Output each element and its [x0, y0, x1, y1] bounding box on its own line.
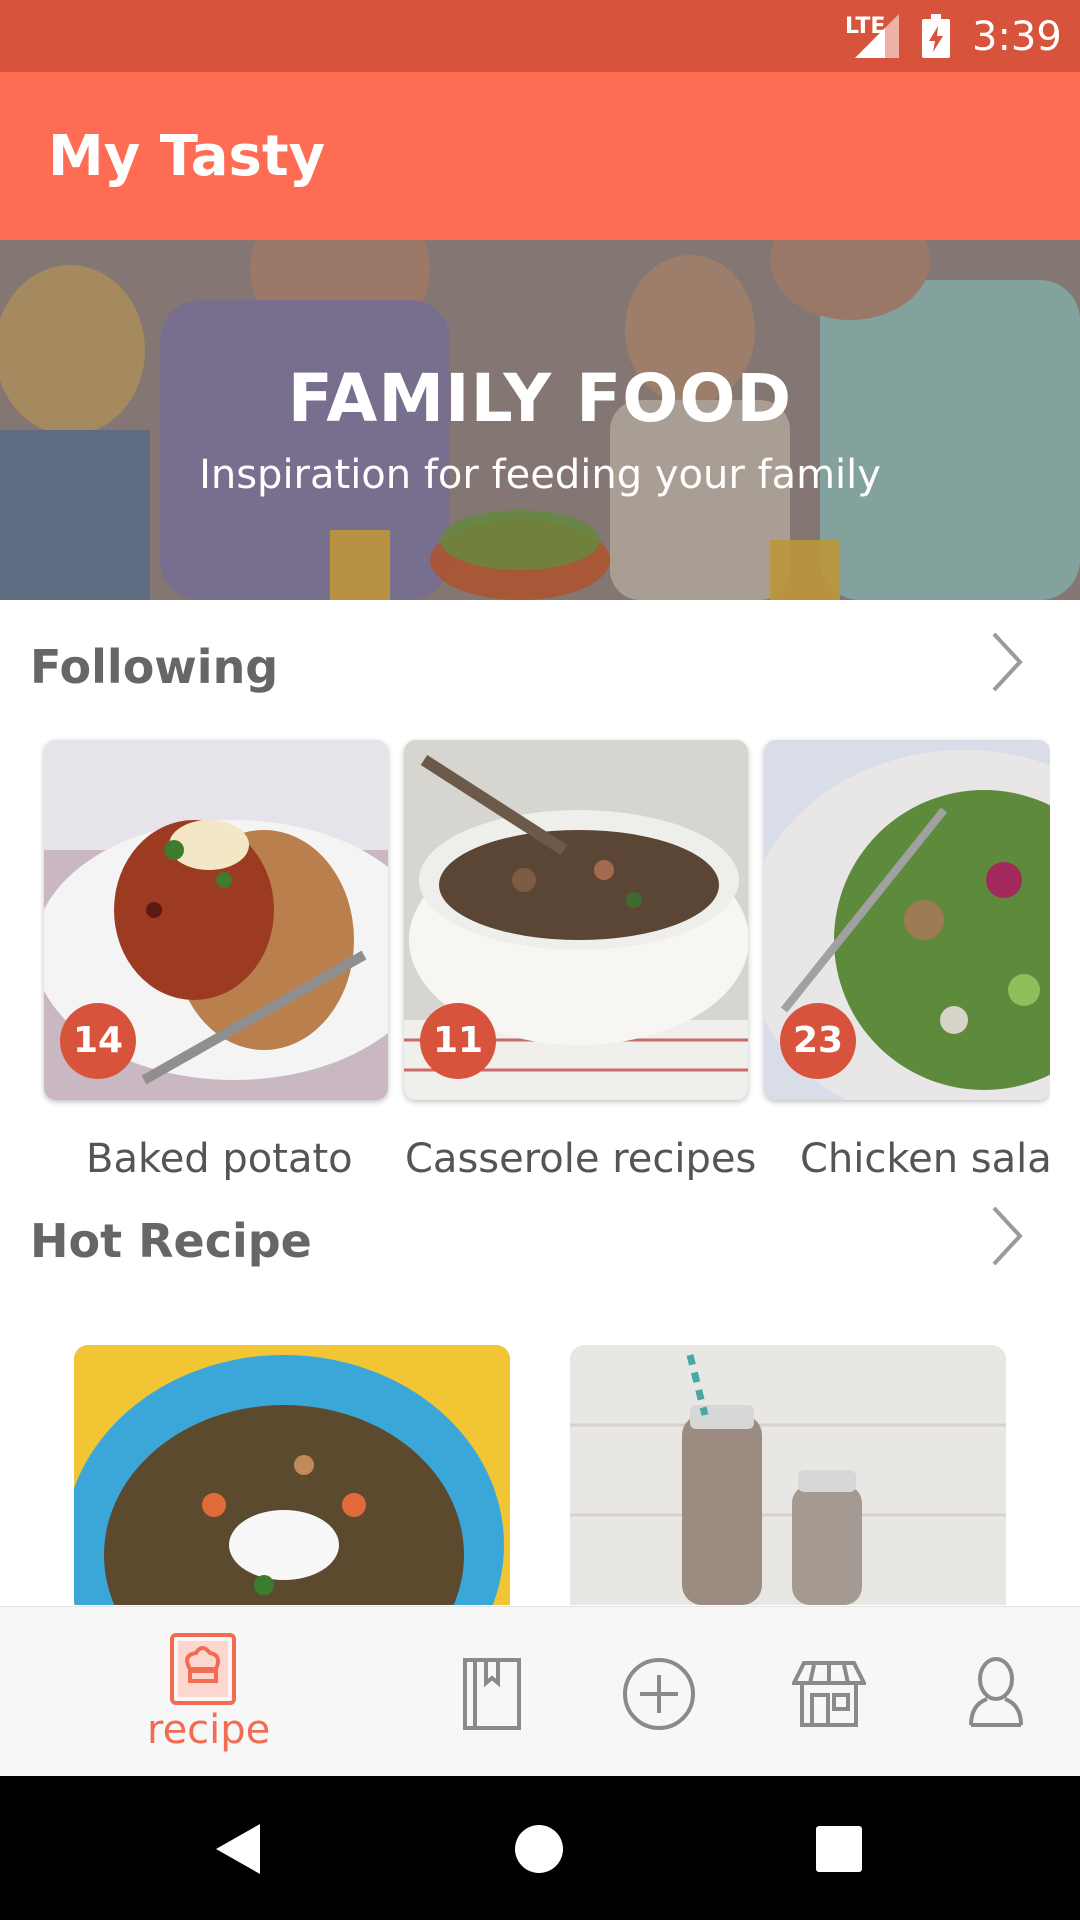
notebook-icon[interactable]: [462, 1657, 522, 1731]
bottom-navigation: recipe: [0, 1606, 1080, 1777]
recipe-icon[interactable]: [170, 1633, 236, 1705]
hot-recipe-more-chevron-icon[interactable]: [990, 1204, 1026, 1268]
hero-banner[interactable]: FAMILY FOOD Inspiration for feeding your…: [0, 240, 1080, 600]
system-navigation-bar: [0, 1776, 1080, 1920]
home-icon[interactable]: [514, 1824, 564, 1874]
card-label[interactable]: Casserole recipes: [405, 1136, 756, 1180]
smoothie-image: [570, 1345, 1006, 1605]
clock: 3:39: [972, 14, 1062, 60]
battery-icon: [922, 14, 950, 58]
card-label[interactable]: Chicken salad: [800, 1136, 1050, 1180]
count-badge: 11: [420, 1003, 496, 1079]
recipe-tab-label[interactable]: recipe: [147, 1707, 270, 1753]
status-bar: LTE 3:39: [0, 0, 1080, 72]
back-icon[interactable]: [216, 1824, 260, 1874]
card-label[interactable]: Baked potato: [86, 1136, 353, 1180]
following-carousel[interactable]: 14 Baked potato 11 Casserole recipes 23 …: [0, 720, 1050, 1180]
hot-recipe-title: Hot Recipe: [30, 1214, 312, 1268]
following-title: Following: [30, 640, 279, 694]
soup-image: [74, 1345, 510, 1605]
hot-recipe-card-smoothie[interactable]: [570, 1345, 1006, 1605]
add-icon[interactable]: [622, 1657, 696, 1731]
app-bar: My Tasty: [0, 72, 1080, 240]
shop-icon[interactable]: [792, 1661, 866, 1727]
count-badge: 23: [780, 1003, 856, 1079]
app-title: My Tasty: [48, 124, 326, 189]
hero-subtitle: Inspiration for feeding your family: [199, 452, 881, 498]
following-more-chevron-icon[interactable]: [990, 630, 1026, 694]
hot-recipe-card-soup[interactable]: [74, 1345, 510, 1605]
count-badge: 14: [60, 1003, 136, 1079]
recents-icon[interactable]: [816, 1826, 862, 1872]
profile-icon[interactable]: [968, 1655, 1024, 1729]
hero-heading: FAMILY FOOD: [287, 360, 793, 437]
signal-icon: [855, 14, 899, 58]
